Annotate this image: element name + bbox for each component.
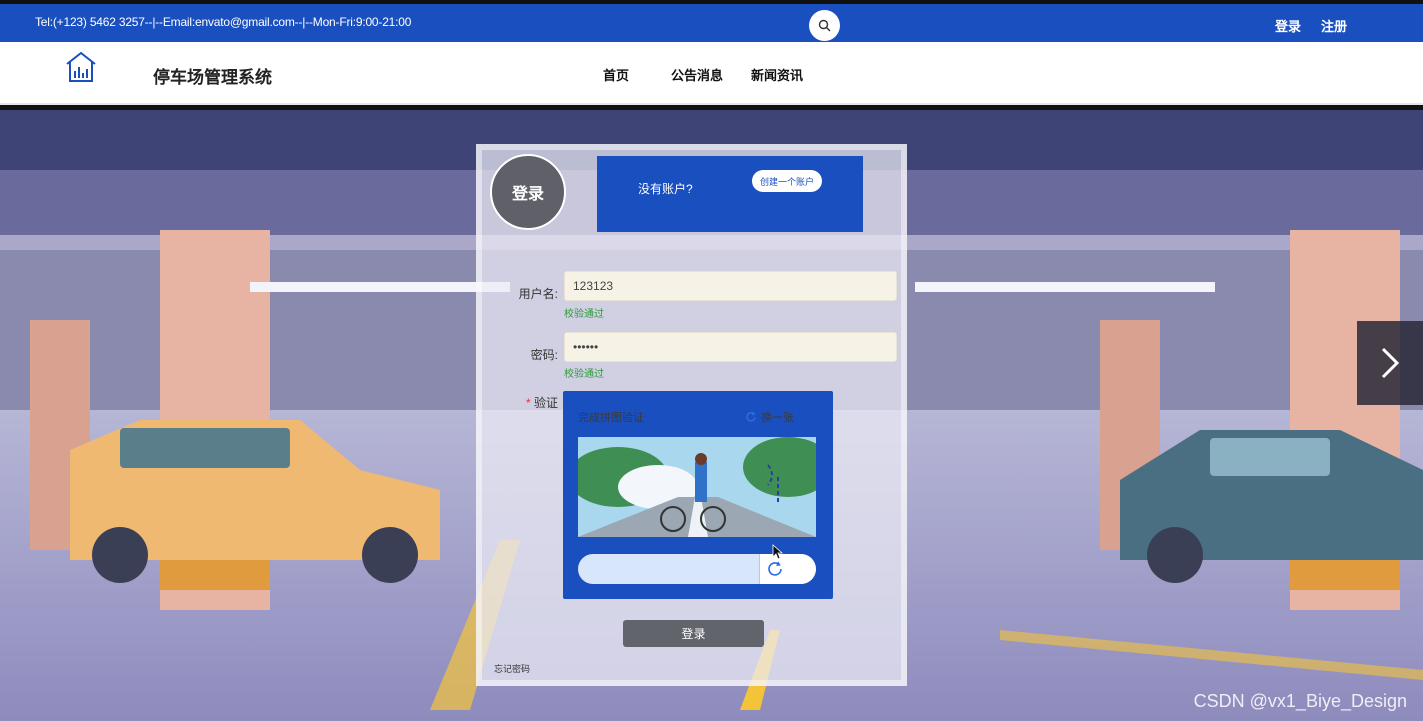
hero-background: 登录 没有账户? 创建一个账户 用户名: 123123 校验通过 密码: •••… [0, 110, 1423, 721]
captcha-title: 完成拼图验证 [578, 412, 644, 424]
top-info-bar: Tel:(+123) 5462 3257--|--Email:envato@gm… [0, 4, 1423, 42]
captcha-label-text: 验证 [533, 396, 558, 410]
contact-info: Tel:(+123) 5462 3257--|--Email:envato@gm… [35, 15, 412, 29]
watermark: CSDN @vx1_Biye_Design [1193, 691, 1407, 711]
search-icon [818, 19, 831, 32]
chevron-right-icon [1381, 347, 1400, 379]
required-mark: * [525, 396, 531, 410]
captcha-refresh-button[interactable]: 换一张 [745, 409, 794, 425]
login-link[interactable]: 登录 [1275, 16, 1301, 35]
refresh-icon [746, 411, 756, 422]
password-label: 密码: [530, 348, 558, 362]
mouse-cursor-icon [772, 544, 784, 560]
nav-notices[interactable]: 公告消息 [671, 65, 751, 84]
carousel-next-button[interactable] [1357, 321, 1423, 405]
password-input[interactable]: •••••• [564, 332, 897, 362]
site-title: 停车场管理系统 [153, 68, 272, 87]
password-hint: 校验通过 [564, 369, 604, 380]
register-promo: 没有账户? 创建一个账户 [597, 156, 863, 232]
building-chart-icon[interactable] [64, 50, 98, 84]
login-submit-button[interactable]: 登录 [623, 620, 764, 647]
username-input[interactable]: 123123 [564, 271, 897, 301]
login-panel: 登录 没有账户? 创建一个账户 用户名: 123123 校验通过 密码: •••… [476, 144, 907, 686]
captcha-refresh-label: 换一张 [761, 412, 794, 424]
main-navbar: 停车场管理系统 首页 公告消息 新闻资讯 [0, 42, 1423, 105]
nav-home[interactable]: 首页 [603, 65, 671, 84]
search-button[interactable] [809, 10, 840, 41]
create-account-button[interactable]: 创建一个账户 [752, 170, 822, 192]
username-label: 用户名: [518, 287, 558, 301]
refresh-icon [768, 561, 782, 576]
promo-question: 没有账户? [638, 182, 693, 196]
puzzle-captcha: 完成拼图验证 换一张 [563, 391, 833, 599]
username-hint: 校验通过 [564, 309, 604, 320]
login-badge: 登录 [490, 154, 566, 230]
forgot-password-link[interactable]: 忘记密码 [494, 662, 530, 675]
auth-links: 登录 注册 [1275, 16, 1347, 35]
register-link[interactable]: 注册 [1321, 16, 1347, 35]
captcha-label: * 验证 [502, 394, 558, 411]
captcha-puzzle-image [578, 437, 816, 537]
nav-news[interactable]: 新闻资讯 [751, 65, 803, 84]
nav-menu: 首页 公告消息 新闻资讯 [603, 65, 803, 84]
captcha-slider-handle[interactable] [759, 554, 816, 584]
